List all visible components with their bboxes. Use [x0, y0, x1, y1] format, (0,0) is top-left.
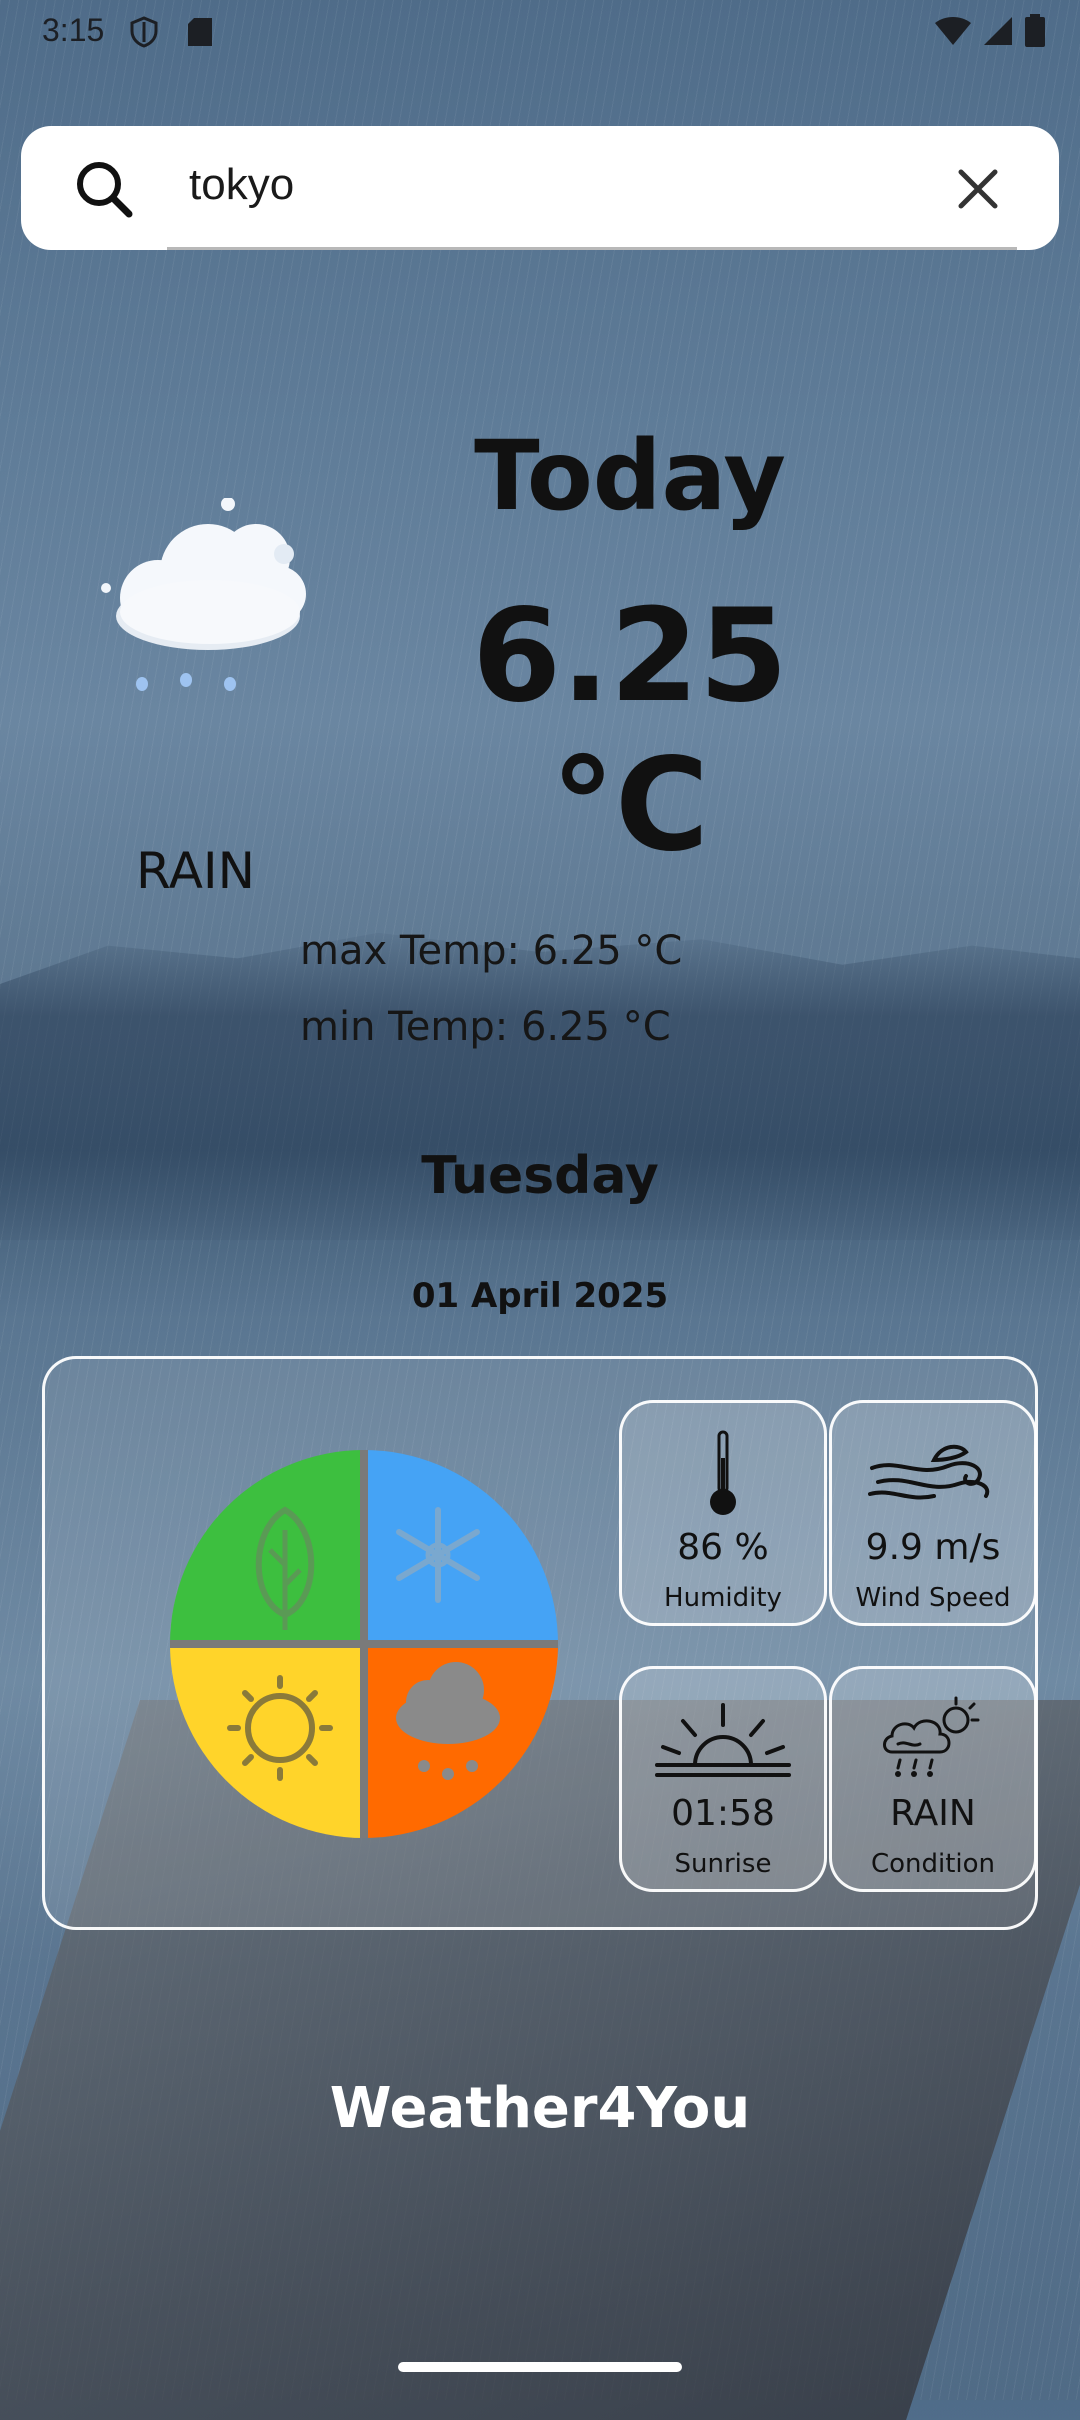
- search-bar[interactable]: tokyo: [21, 126, 1059, 250]
- current-temperature: 6.25 °C: [472, 582, 788, 880]
- status-bar: 3:15: [0, 0, 1080, 64]
- rain-sun-cloud-icon: [832, 1691, 1034, 1787]
- wind-speed-value: 9.9 m/s: [865, 1527, 1001, 1568]
- sunrise-tile: 01:58 Sunrise: [619, 1666, 827, 1892]
- battery-icon: [1024, 14, 1046, 53]
- shield-icon: [130, 16, 158, 53]
- wifi-icon: [934, 15, 972, 52]
- min-temperature: min Temp: 6.25 °C: [300, 1004, 671, 1050]
- condition-value: RAIN: [890, 1793, 976, 1834]
- full-date: 01 April 2025: [411, 1276, 669, 1316]
- search-underline: [167, 247, 1017, 250]
- rain-cloud-icon: [98, 497, 310, 698]
- status-time: 3:15: [42, 12, 105, 48]
- sunrise-icon: [622, 1691, 824, 1787]
- close-icon[interactable]: [955, 166, 1001, 212]
- signal-icon: [982, 15, 1014, 52]
- thermometer-icon: [622, 1425, 824, 1521]
- wind-icon: [832, 1425, 1034, 1521]
- today-heading: Today: [474, 420, 786, 532]
- sunrise-label: Sunrise: [674, 1849, 772, 1879]
- sunrise-value: 01:58: [671, 1793, 775, 1834]
- max-temperature: max Temp: 6.25 °C: [300, 928, 683, 974]
- wind-speed-tile: 9.9 m/s Wind Speed: [829, 1400, 1037, 1626]
- wind-speed-label: Wind Speed: [855, 1583, 1011, 1613]
- condition-tile: RAIN Condition: [829, 1666, 1037, 1892]
- app-brand: Weather4You: [329, 2076, 751, 2141]
- humidity-label: Humidity: [664, 1583, 782, 1613]
- sd-card-icon: [186, 16, 214, 53]
- humidity-tile: 86 % Humidity: [619, 1400, 827, 1626]
- home-indicator[interactable]: [398, 2362, 682, 2372]
- search-input[interactable]: tokyo: [189, 160, 294, 210]
- humidity-value: 86 %: [677, 1527, 769, 1568]
- condition-tile-label: Condition: [870, 1849, 996, 1879]
- seasons-icon: [170, 1450, 558, 1838]
- condition-label: RAIN: [136, 842, 256, 900]
- weekday: Tuesday: [421, 1146, 659, 1206]
- search-icon[interactable]: [75, 160, 133, 218]
